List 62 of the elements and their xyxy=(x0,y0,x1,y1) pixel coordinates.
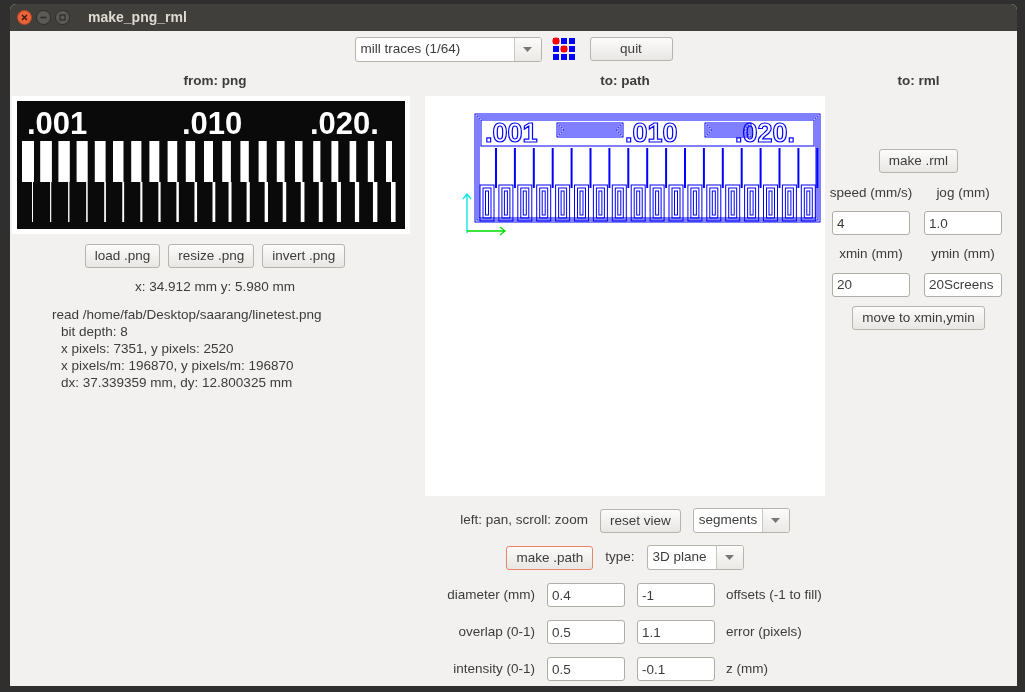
field-label: ymin (mm) xyxy=(931,246,995,262)
info-text: x pixels: 7351, y pixels: 2520 xyxy=(61,340,234,358)
param-label: intensity (0-1) xyxy=(453,660,535,676)
param-field[interactable]: -1 xyxy=(637,583,715,607)
param-label: z (mm) xyxy=(726,659,768,678)
close-icon xyxy=(21,14,28,21)
info-text: x pixels/m: 196870, y pixels/m: 196870 xyxy=(61,357,294,375)
rml-field[interactable]: 1.0 xyxy=(924,211,1002,236)
png-action-button[interactable]: resize .png xyxy=(168,244,255,268)
path-label: .001 xyxy=(485,118,538,148)
png-action-button[interactable]: load .png xyxy=(84,244,161,268)
field-label: speed (mm/s) xyxy=(829,185,913,200)
column-heading: to: path xyxy=(599,72,651,90)
info-text: bit depth: 8 xyxy=(61,323,128,341)
info-text: read /home/fab/Desktop/saarang/linetest.png xyxy=(52,306,322,324)
preview-label: .020. xyxy=(310,106,379,141)
field-label: jog (mm) xyxy=(936,185,990,200)
caret-icon xyxy=(762,509,789,532)
make-rml-button[interactable]: make .rml xyxy=(878,149,959,173)
make-path-button[interactable]: make .path xyxy=(506,545,594,570)
caret-icon xyxy=(513,37,541,61)
param-field[interactable]: 0.5 xyxy=(547,657,625,681)
y-axis-arrow xyxy=(462,192,472,234)
param-field[interactable]: 1.1 xyxy=(637,620,715,644)
caret-icon xyxy=(715,546,743,569)
path-label: .020. xyxy=(735,118,796,148)
move-button[interactable]: move to xmin,ymin xyxy=(852,305,985,330)
column-heading: from: png xyxy=(182,72,248,90)
path-canvas[interactable]: .001 .010 .020. xyxy=(425,96,825,496)
maximize-icon xyxy=(59,14,66,21)
rml-field[interactable]: 20 xyxy=(832,272,910,297)
path-label: .010 xyxy=(625,118,678,148)
field-label: xmin (mm) xyxy=(839,246,903,262)
param-field[interactable]: 0.5 xyxy=(547,620,625,644)
param-label: offsets (-1 to fill) xyxy=(726,585,822,604)
process-dropdown[interactable]: mill traces (1/64) xyxy=(354,36,542,62)
param-label: diameter (mm) xyxy=(447,586,535,602)
param-field[interactable]: -0.1 xyxy=(637,657,715,681)
coordinates-text: x: 34.912 mm y: 5.980 mm xyxy=(135,279,295,294)
window-title: make_png_rml xyxy=(88,8,187,27)
type-dropdown[interactable]: 3D plane xyxy=(646,545,744,570)
param-field[interactable]: 0.4 xyxy=(547,583,625,607)
reset-view-button[interactable]: reset view xyxy=(599,508,681,533)
preview-label: .010 xyxy=(182,106,243,141)
param-label: overlap (0-1) xyxy=(458,623,535,639)
minimize-icon xyxy=(40,14,47,21)
display-dropdown[interactable]: segments xyxy=(692,508,790,533)
info-text: dx: 37.339359 mm, dy: 12.800325 mm xyxy=(61,374,293,392)
grid-icon xyxy=(551,37,576,61)
column-heading: to: rml xyxy=(896,72,941,90)
maximize-button[interactable] xyxy=(55,10,70,25)
quit-button[interactable]: quit xyxy=(589,37,673,61)
rml-field[interactable]: 4 xyxy=(832,211,910,236)
png-action-button[interactable]: invert .png xyxy=(262,244,346,268)
param-label: error (pixels) xyxy=(726,622,802,641)
minimize-button[interactable] xyxy=(36,10,51,25)
x-axis-arrow xyxy=(466,226,507,236)
hint-text: left: pan, scroll: zoom xyxy=(460,511,588,530)
rml-field[interactable]: 20Screens xyxy=(924,272,1002,297)
type-label: type: xyxy=(605,548,635,567)
preview-label: .001 xyxy=(27,106,88,141)
close-button[interactable] xyxy=(17,10,32,25)
